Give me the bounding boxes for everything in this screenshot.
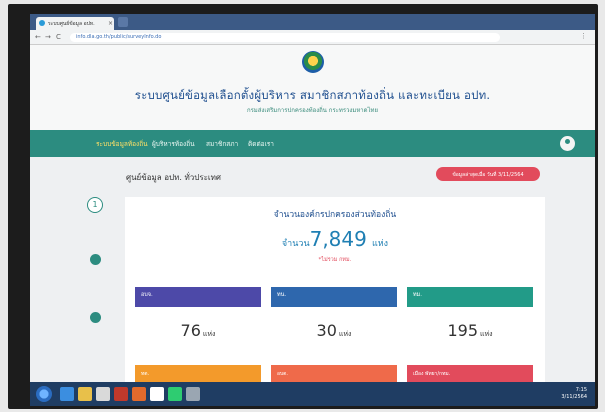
page-breadcrumb: ศูนย์ข้อมูล อปท. ทั่วประเทศ <box>126 173 221 182</box>
site-favicon-icon <box>39 20 45 26</box>
firefox-icon[interactable] <box>132 387 146 401</box>
stat-label: ทม. <box>407 287 533 307</box>
browser-ie-icon[interactable] <box>60 387 74 401</box>
stat-unit: แห่ง <box>338 330 352 338</box>
main-navbar: ระบบข้อมูลท้องถิ่น ผู้บริหารท้องถิ่น สมา… <box>30 130 595 157</box>
step-1-indicator[interactable]: 1 <box>87 197 103 213</box>
total-prefix: จำนวน <box>281 239 310 249</box>
start-menu-icon[interactable] <box>36 386 52 402</box>
folder-icon[interactable] <box>186 387 200 401</box>
page-header: ระบบศูนย์ข้อมูลเลือกตั้งผู้บริหาร สมาชิก… <box>30 45 595 130</box>
file-explorer-icon[interactable] <box>78 387 92 401</box>
site-title: ระบบศูนย์ข้อมูลเลือกตั้งผู้บริหาร สมาชิก… <box>134 88 491 102</box>
stat-value: 195 แห่ง <box>407 307 533 340</box>
address-bar: ← → C info.dla.go.th/public/surveyInfo.d… <box>30 30 595 45</box>
web-page: ระบบศูนย์ข้อมูลเลือกตั้งผู้บริหาร สมาชิก… <box>30 45 595 382</box>
line-app-icon[interactable] <box>168 387 182 401</box>
card-title: จำนวนองค์กรปกครองส่วนท้องถิ่น <box>273 210 397 220</box>
url-input[interactable]: info.dla.go.th/public/surveyInfo.do <box>70 33 500 42</box>
screen: ระบบศูนย์ข้อมูล อปท. × ← → C info.dla.go… <box>30 14 595 406</box>
browser-tab[interactable]: ระบบศูนย์ข้อมูล อปท. × <box>36 17 114 30</box>
total-note: *ไม่รวม กทม. <box>318 257 352 263</box>
stat-unit: แห่ง <box>202 330 216 338</box>
monitor-frame: ระบบศูนย์ข้อมูล อปท. × ← → C info.dla.go… <box>8 4 598 409</box>
clock-time: 7:15 <box>575 387 587 393</box>
new-tab-button[interactable] <box>118 17 128 27</box>
total-count: จำนวน7,849 แห่ง <box>125 227 545 251</box>
stat-label: ทน. <box>271 287 397 307</box>
stat-value: 76 แห่ง <box>135 307 261 340</box>
stat-unit: แห่ง <box>480 330 493 338</box>
taskbar-clock[interactable]: 7:15 3/11/2564 <box>561 387 587 401</box>
clock-date: 3/11/2564 <box>561 394 587 400</box>
site-subtitle: กรมส่งเสริมการปกครองท้องถิ่น กระทรวงมหาด… <box>246 107 379 114</box>
step-3-indicator[interactable] <box>90 312 101 323</box>
forward-icon[interactable]: → <box>45 33 51 41</box>
media-player-icon[interactable] <box>96 387 110 401</box>
main-content: ศูนย์ข้อมูล อปท. ทั่วประเทศ ข้อมูลล่าสุด… <box>30 157 595 382</box>
chrome-icon[interactable] <box>150 387 164 401</box>
department-logo-icon <box>302 51 324 73</box>
nav-item-contact[interactable]: ติดต่อเรา <box>248 139 274 149</box>
stat-card-town-municipality[interactable]: ทม. 195 แห่ง <box>407 287 533 340</box>
nav-item-council[interactable]: สมาชิกสภา <box>206 139 238 149</box>
total-number: 7,849 <box>309 227 367 251</box>
nav-item-executives[interactable]: ผู้บริหารท้องถิ่น <box>152 139 195 149</box>
step-2-indicator[interactable] <box>90 254 101 265</box>
last-update-badge: ข้อมูลล่าสุดเมื่อ วันที่ 3/11/2564 <box>436 167 540 181</box>
reload-icon[interactable]: C <box>56 33 61 41</box>
stat-card-sao[interactable]: อบต. <box>271 365 397 382</box>
back-icon[interactable]: ← <box>35 33 41 41</box>
total-unit: แห่ง <box>371 239 389 249</box>
stat-label: อบจ. <box>135 287 261 307</box>
browser-tab-bar: ระบบศูนย์ข้อมูล อปท. × <box>30 14 595 30</box>
stat-card-pao[interactable]: อบจ. 76 แห่ง <box>135 287 261 340</box>
stat-number: 76 <box>180 321 201 340</box>
browser-menu-icon[interactable]: ⋮ <box>580 32 587 40</box>
stat-number: 30 <box>316 321 337 340</box>
stat-value: 30 แห่ง <box>271 307 397 340</box>
stat-card-city-municipality[interactable]: ทน. 30 แห่ง <box>271 287 397 340</box>
user-account-icon[interactable] <box>560 136 575 151</box>
tab-title: ระบบศูนย์ข้อมูล อปท. <box>48 21 95 27</box>
app-red-icon[interactable] <box>114 387 128 401</box>
os-taskbar: 7:15 3/11/2564 <box>30 382 595 406</box>
nav-item-local-data[interactable]: ระบบข้อมูลท้องถิ่น <box>96 139 148 149</box>
stat-card-special[interactable]: เมือง พัทยา/กทม. <box>407 365 533 382</box>
stat-number: 195 <box>447 321 478 340</box>
stat-card-subdistrict-municipality[interactable]: ทต. <box>135 365 261 382</box>
summary-card: จำนวนองค์กรปกครองส่วนท้องถิ่น จำนวน7,849… <box>125 197 545 382</box>
tab-close-icon[interactable]: × <box>108 20 113 27</box>
